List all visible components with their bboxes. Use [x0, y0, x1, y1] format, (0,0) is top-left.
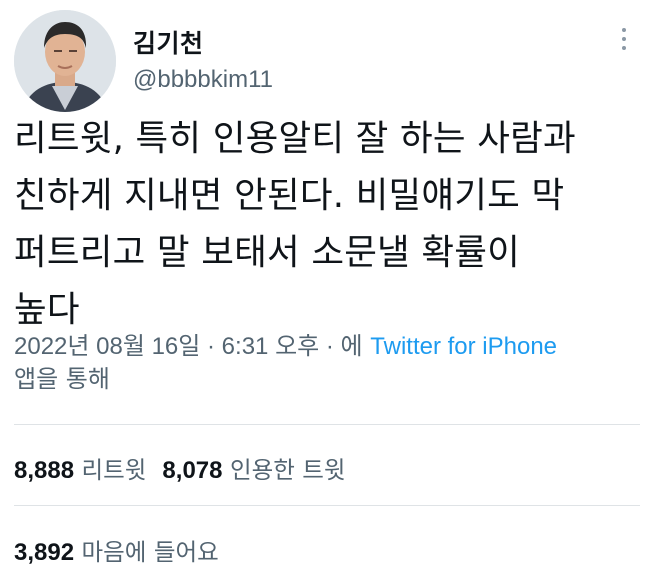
quotes-label: 인용한 트윗 — [229, 456, 346, 484]
display-name[interactable]: 김기천 — [133, 24, 204, 60]
tweet-line: 친하게 지내면 안된다. 비밀얘기도 막 — [14, 175, 565, 216]
tweet-timestamp[interactable]: 2022년 08월 16일 · 6:31 오후 · 에 — [14, 333, 363, 360]
source-suffix: 앱을 통해 — [14, 365, 110, 393]
quotes-stat[interactable]: 8,078 인용한 트윗 — [162, 456, 345, 484]
retweets-label: 리트윗 — [81, 456, 147, 484]
retweets-stat[interactable]: 8,888 리트윗 — [14, 456, 146, 484]
likes-label: 마음에 들어요 — [81, 538, 219, 566]
retweets-count: 8,888 — [14, 457, 75, 484]
tweet-metadata: 2022년 08월 16일 · 6:31 오후 · 에 Twitter for … — [14, 330, 654, 396]
tweet-text: 리트윗, 특히 인용알티 잘 하는 사람과 친하게 지내면 안된다. 비밀얘기도… — [14, 110, 646, 338]
quotes-count: 8,078 — [162, 457, 223, 484]
avatar-photo — [14, 10, 116, 112]
more-dot — [622, 46, 626, 50]
avatar[interactable] — [14, 10, 116, 112]
tweet-line: 퍼트리고 말 보태서 소문낼 확률이 — [14, 232, 520, 273]
more-vertical-icon[interactable] — [611, 22, 637, 56]
engagement-stats: 8,888 리트윗 8,078 인용한 트윗 — [14, 451, 346, 485]
likes-count: 3,892 — [14, 539, 75, 566]
tweet-line: 리트윗, 특히 인용알티 잘 하는 사람과 — [14, 118, 576, 159]
divider — [14, 505, 640, 506]
more-dot — [622, 28, 626, 32]
likes-stat[interactable]: 3,892 마음에 들어요 — [14, 533, 219, 567]
more-dot — [622, 37, 626, 41]
divider — [14, 424, 640, 425]
source-link[interactable]: Twitter for iPhone — [370, 333, 557, 360]
user-handle[interactable]: @bbbbkim11 — [133, 66, 273, 94]
